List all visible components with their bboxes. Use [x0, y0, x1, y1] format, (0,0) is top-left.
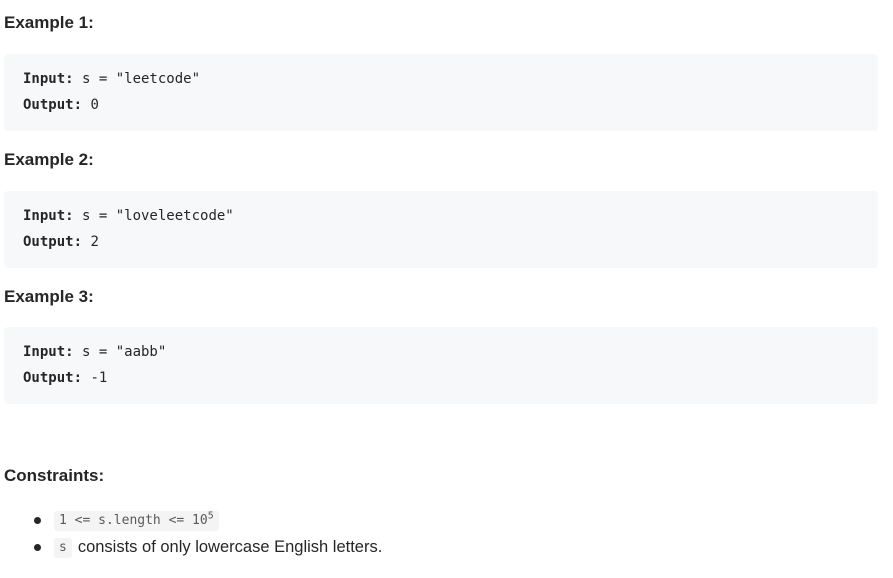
example-2-input-line: Input: s = "loveleetcode"	[23, 206, 878, 232]
example-2-code-block: Input: s = "loveleetcode" Output: 2	[4, 191, 878, 268]
constraint-content: s consists of only lowercase English let…	[54, 537, 383, 558]
output-value: 2	[82, 234, 99, 250]
bullet-icon	[34, 544, 41, 551]
example-2-output-line: Output: 2	[23, 232, 878, 258]
output-value: -1	[82, 370, 108, 386]
inline-code: s	[54, 537, 72, 558]
input-label: Input:	[23, 208, 74, 224]
example-1-code-block: Input: s = "leetcode" Output: 0	[4, 54, 878, 131]
constraint-item: 1 <= s.length <= 105	[0, 507, 382, 534]
example-3-output-line: Output: -1	[23, 368, 878, 394]
constraint-content: 1 <= s.length <= 105	[54, 510, 219, 531]
constraints-list: 1 <= s.length <= 105 s consists of only …	[0, 507, 382, 561]
example-3-code-block: Input: s = "aabb" Output: -1	[4, 327, 878, 404]
example-1-output-line: Output: 0	[23, 95, 878, 121]
problem-description: Example 1: Input: s = "leetcode" Output:…	[0, 0, 893, 578]
example-1-input-line: Input: s = "leetcode"	[23, 69, 878, 95]
example-3-input-line: Input: s = "aabb"	[23, 342, 878, 368]
input-label: Input:	[23, 344, 74, 360]
bullet-icon	[34, 517, 41, 524]
output-value: 0	[82, 97, 99, 113]
input-value: s = "leetcode"	[73, 71, 201, 87]
input-value: s = "loveleetcode"	[73, 208, 234, 224]
input-label: Input:	[23, 71, 74, 87]
example-3-heading: Example 3:	[4, 287, 94, 306]
inline-code: 1 <= s.length <= 105	[54, 510, 219, 531]
example-1-heading: Example 1:	[4, 13, 94, 32]
length-constraint-exponent: 5	[207, 510, 214, 522]
output-label: Output:	[23, 234, 83, 250]
constraints-heading: Constraints:	[4, 466, 105, 485]
example-2-heading: Example 2:	[4, 150, 94, 169]
output-label: Output:	[23, 370, 83, 386]
constraint-text: consists of only lowercase English lette…	[77, 538, 383, 556]
output-label: Output:	[23, 97, 83, 113]
length-constraint-code: 1 <= s.length <= 10	[59, 512, 208, 528]
constraint-item: s consists of only lowercase English let…	[0, 534, 382, 561]
input-value: s = "aabb"	[73, 344, 167, 360]
